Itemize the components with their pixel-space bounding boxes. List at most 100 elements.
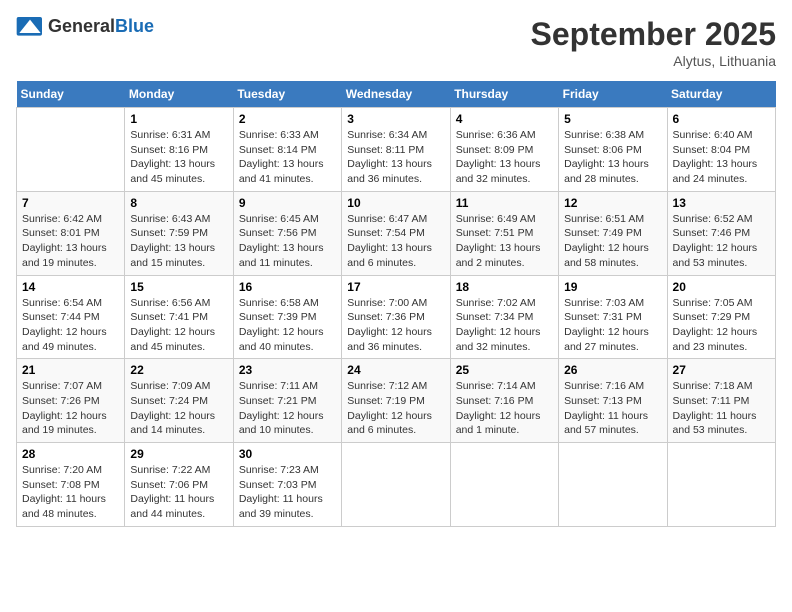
column-header-thursday: Thursday <box>450 81 558 108</box>
calendar-cell: 28Sunrise: 7:20 AMSunset: 7:08 PMDayligh… <box>17 443 125 527</box>
calendar-week-1: 1 Sunrise: 6:31 AMSunset: 8:16 PMDaylight… <box>17 108 776 192</box>
calendar-cell: 30 Sunrise: 7:23 AMSunset: 7:03 PMDayligh… <box>233 443 341 527</box>
day-info: Sunrise: 7:22 AMSunset: 7:06 PMDaylight:… <box>130 463 227 522</box>
day-number: 27 <box>673 363 770 377</box>
day-number: 5 <box>564 112 661 126</box>
column-header-monday: Monday <box>125 81 233 108</box>
calendar-week-4: 21Sunrise: 7:07 AMSunset: 7:26 PMDayligh… <box>17 359 776 443</box>
calendar-cell: 15Sunrise: 6:56 AMSunset: 7:41 PMDayligh… <box>125 275 233 359</box>
day-number: 20 <box>673 280 770 294</box>
day-number: 24 <box>347 363 444 377</box>
day-info: Sunrise: 6:45 AMSunset: 7:56 PMDaylight:… <box>239 212 336 271</box>
page-header: GeneralBlue September 2025 Alytus, Lithu… <box>16 16 776 69</box>
day-number: 19 <box>564 280 661 294</box>
calendar-cell: 21Sunrise: 7:07 AMSunset: 7:26 PMDayligh… <box>17 359 125 443</box>
column-header-wednesday: Wednesday <box>342 81 450 108</box>
month-title: September 2025 <box>531 16 776 53</box>
day-info: Sunrise: 6:51 AMSunset: 7:49 PMDaylight:… <box>564 212 661 271</box>
day-info: Sunrise: 6:54 AMSunset: 7:44 PMDaylight:… <box>22 296 119 355</box>
calendar-cell: 20 Sunrise: 7:05 AMSunset: 7:29 PMDayligh… <box>667 275 775 359</box>
day-number: 1 <box>130 112 227 126</box>
day-info: Sunrise: 7:09 AMSunset: 7:24 PMDaylight:… <box>130 379 227 438</box>
title-section: September 2025 Alytus, Lithuania <box>531 16 776 69</box>
calendar-cell: 9Sunrise: 6:45 AMSunset: 7:56 PMDaylight… <box>233 191 341 275</box>
day-number: 30 <box>239 447 336 461</box>
day-info: Sunrise: 7:18 AMSunset: 7:11 PMDaylight:… <box>673 379 770 438</box>
calendar-week-5: 28Sunrise: 7:20 AMSunset: 7:08 PMDayligh… <box>17 443 776 527</box>
calendar-cell: 27 Sunrise: 7:18 AMSunset: 7:11 PMDayligh… <box>667 359 775 443</box>
day-number: 28 <box>22 447 119 461</box>
day-number: 12 <box>564 196 661 210</box>
calendar-cell: 13 Sunrise: 6:52 AMSunset: 7:46 PMDayligh… <box>667 191 775 275</box>
calendar-cell: 5 Sunrise: 6:38 AMSunset: 8:06 PMDaylight… <box>559 108 667 192</box>
day-info: Sunrise: 7:16 AMSunset: 7:13 PMDaylight:… <box>564 379 661 438</box>
calendar-cell: 26 Sunrise: 7:16 AMSunset: 7:13 PMDayligh… <box>559 359 667 443</box>
calendar-cell: 11 Sunrise: 6:49 AMSunset: 7:51 PMDayligh… <box>450 191 558 275</box>
day-info: Sunrise: 7:03 AMSunset: 7:31 PMDaylight:… <box>564 296 661 355</box>
calendar-cell: 17 Sunrise: 7:00 AMSunset: 7:36 PMDayligh… <box>342 275 450 359</box>
day-number: 8 <box>130 196 227 210</box>
calendar-cell <box>450 443 558 527</box>
day-number: 3 <box>347 112 444 126</box>
day-info: Sunrise: 6:34 AMSunset: 8:11 PMDaylight:… <box>347 128 444 187</box>
column-header-saturday: Saturday <box>667 81 775 108</box>
day-number: 13 <box>673 196 770 210</box>
day-info: Sunrise: 7:02 AMSunset: 7:34 PMDaylight:… <box>456 296 553 355</box>
calendar-cell <box>559 443 667 527</box>
day-info: Sunrise: 7:23 AMSunset: 7:03 PMDaylight:… <box>239 463 336 522</box>
logo: GeneralBlue <box>16 16 154 37</box>
day-info: Sunrise: 7:14 AMSunset: 7:16 PMDaylight:… <box>456 379 553 438</box>
day-number: 4 <box>456 112 553 126</box>
calendar-week-2: 7 Sunrise: 6:42 AMSunset: 8:01 PMDaylight… <box>17 191 776 275</box>
day-number: 29 <box>130 447 227 461</box>
calendar-cell: 3 Sunrise: 6:34 AMSunset: 8:11 PMDaylight… <box>342 108 450 192</box>
day-info: Sunrise: 6:42 AMSunset: 8:01 PMDaylight:… <box>22 212 119 271</box>
calendar-cell: 2 Sunrise: 6:33 AMSunset: 8:14 PMDaylight… <box>233 108 341 192</box>
day-number: 14 <box>22 280 119 294</box>
calendar-cell: 16 Sunrise: 6:58 AMSunset: 7:39 PMDayligh… <box>233 275 341 359</box>
calendar-cell: 7 Sunrise: 6:42 AMSunset: 8:01 PMDaylight… <box>17 191 125 275</box>
day-number: 6 <box>673 112 770 126</box>
day-number: 7 <box>22 196 119 210</box>
day-number: 10 <box>347 196 444 210</box>
day-info: Sunrise: 7:05 AMSunset: 7:29 PMDaylight:… <box>673 296 770 355</box>
logo-icon <box>16 17 44 37</box>
calendar-cell: 18 Sunrise: 7:02 AMSunset: 7:34 PMDayligh… <box>450 275 558 359</box>
day-number: 16 <box>239 280 336 294</box>
calendar-cell: 6Sunrise: 6:40 AMSunset: 8:04 PMDaylight… <box>667 108 775 192</box>
day-info: Sunrise: 6:52 AMSunset: 7:46 PMDaylight:… <box>673 212 770 271</box>
day-info: Sunrise: 6:33 AMSunset: 8:14 PMDaylight:… <box>239 128 336 187</box>
day-number: 11 <box>456 196 553 210</box>
day-number: 25 <box>456 363 553 377</box>
calendar-cell: 24Sunrise: 7:12 AMSunset: 7:19 PMDayligh… <box>342 359 450 443</box>
day-info: Sunrise: 7:00 AMSunset: 7:36 PMDaylight:… <box>347 296 444 355</box>
day-info: Sunrise: 6:47 AMSunset: 7:54 PMDaylight:… <box>347 212 444 271</box>
calendar-cell: 25 Sunrise: 7:14 AMSunset: 7:16 PMDayligh… <box>450 359 558 443</box>
calendar-week-3: 14 Sunrise: 6:54 AMSunset: 7:44 PMDayligh… <box>17 275 776 359</box>
day-number: 18 <box>456 280 553 294</box>
column-header-friday: Friday <box>559 81 667 108</box>
calendar-cell <box>342 443 450 527</box>
logo-blue: Blue <box>115 16 154 36</box>
location: Alytus, Lithuania <box>531 53 776 69</box>
calendar-cell: 1 Sunrise: 6:31 AMSunset: 8:16 PMDaylight… <box>125 108 233 192</box>
day-number: 26 <box>564 363 661 377</box>
logo-text: GeneralBlue <box>48 16 154 37</box>
calendar-cell: 29 Sunrise: 7:22 AMSunset: 7:06 PMDayligh… <box>125 443 233 527</box>
column-header-tuesday: Tuesday <box>233 81 341 108</box>
day-number: 2 <box>239 112 336 126</box>
day-number: 21 <box>22 363 119 377</box>
calendar-cell: 12 Sunrise: 6:51 AMSunset: 7:49 PMDayligh… <box>559 191 667 275</box>
day-info: Sunrise: 6:58 AMSunset: 7:39 PMDaylight:… <box>239 296 336 355</box>
day-number: 17 <box>347 280 444 294</box>
day-info: Sunrise: 6:38 AMSunset: 8:06 PMDaylight:… <box>564 128 661 187</box>
logo-general: General <box>48 16 115 36</box>
day-info: Sunrise: 6:36 AMSunset: 8:09 PMDaylight:… <box>456 128 553 187</box>
calendar-cell: 23Sunrise: 7:11 AMSunset: 7:21 PMDayligh… <box>233 359 341 443</box>
day-number: 23 <box>239 363 336 377</box>
calendar-table: SundayMondayTuesdayWednesdayThursdayFrid… <box>16 81 776 527</box>
day-info: Sunrise: 6:49 AMSunset: 7:51 PMDaylight:… <box>456 212 553 271</box>
day-info: Sunrise: 6:56 AMSunset: 7:41 PMDaylight:… <box>130 296 227 355</box>
day-info: Sunrise: 6:31 AMSunset: 8:16 PMDaylight:… <box>130 128 227 187</box>
calendar-cell: 10 Sunrise: 6:47 AMSunset: 7:54 PMDayligh… <box>342 191 450 275</box>
